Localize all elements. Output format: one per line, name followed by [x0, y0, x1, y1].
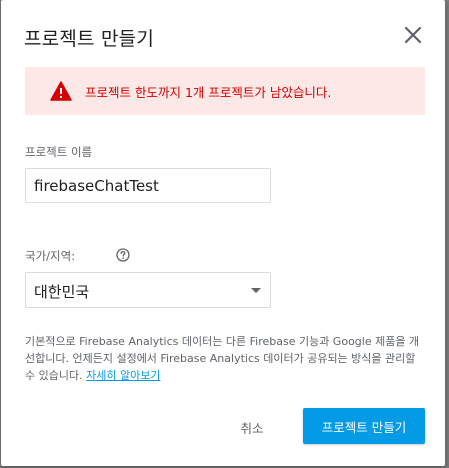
warning-banner: 프로젝트 한도까지 1개 프로젝트가 남았습니다. — [25, 67, 425, 115]
project-name-input[interactable] — [25, 168, 271, 203]
analytics-info-body: 기본적으로 Firebase Analytics 데이터는 다른 Firebas… — [25, 335, 420, 382]
analytics-info-text: 기본적으로 Firebase Analytics 데이터는 다른 Firebas… — [25, 333, 425, 384]
warning-text: 프로젝트 한도까지 1개 프로젝트가 남았습니다. — [85, 85, 332, 100]
region-select[interactable]: 대한민국 — [25, 272, 271, 308]
dialog-title: 프로젝트 만들기 — [24, 28, 154, 50]
create-project-button[interactable]: 프로젝트 만들기 — [303, 408, 425, 444]
dropdown-arrow-icon — [251, 288, 261, 293]
cancel-button[interactable]: 취소 — [225, 410, 279, 444]
learn-more-link[interactable]: 자세히 알아보기 — [86, 369, 160, 382]
region-label: 국가/지역: — [25, 249, 76, 263]
project-name-label: 프로젝트 이름 — [25, 145, 93, 159]
warning-triangle-icon — [50, 81, 72, 101]
create-project-dialog: 프로젝트 만들기 프로젝트 한도까지 1개 프로젝트가 남았습니다. 프로젝트 … — [1, 0, 445, 466]
help-circle-icon[interactable] — [116, 247, 130, 262]
region-select-value: 대한민국 — [34, 283, 90, 301]
close-icon[interactable] — [403, 25, 423, 45]
